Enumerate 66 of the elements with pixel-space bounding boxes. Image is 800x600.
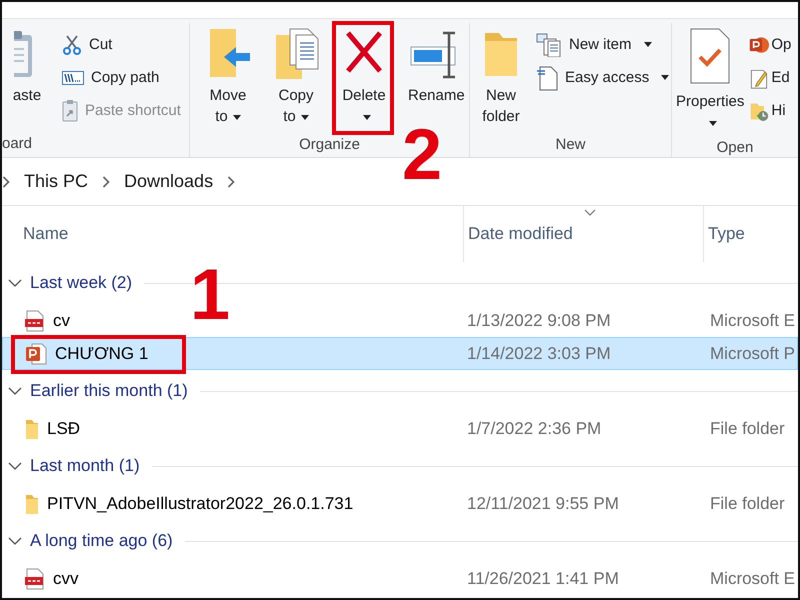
checkmark-document-icon	[688, 27, 732, 85]
ribbon-button[interactable]: Cut	[60, 29, 183, 60]
ribbon-button[interactable]: New item	[534, 29, 672, 60]
ribbon-button[interactable]: Move to	[200, 23, 256, 131]
date-cell-text: 1/14/2022 3:03 PM	[466, 344, 612, 364]
ribbon-button[interactable]: aste	[2, 23, 52, 110]
group-header[interactable]: Last week (2)	[30, 273, 132, 293]
pdf-file-icon	[25, 568, 45, 590]
file-name: PITVN_AdobeIllustrator2022_26.0.1.731	[47, 494, 354, 514]
scissors-icon	[62, 34, 82, 54]
document-icon	[536, 64, 558, 90]
shortcut-icon	[62, 100, 78, 122]
folder-icon	[25, 492, 39, 514]
ribbon-button[interactable]: Easy access	[534, 62, 672, 93]
ribbon-button[interactable]: Copy path	[60, 62, 183, 93]
column-header[interactable]: Date modified	[463, 206, 703, 262]
caret-icon	[708, 120, 717, 126]
file-name: cvv	[53, 568, 78, 588]
new-item-icon	[536, 32, 562, 56]
type-cell-text: Microsoft P	[709, 344, 796, 364]
ribbon-button[interactable]: Delete	[336, 23, 392, 131]
path-icon	[62, 70, 84, 84]
folder-icon	[25, 418, 39, 440]
pdf-file-icon	[25, 310, 45, 332]
group-label: Open	[716, 138, 754, 156]
date-cell-text: 12/11/2021 9:55 PM	[466, 494, 620, 514]
file-name: cv	[53, 310, 70, 330]
chevron-icon	[102, 176, 110, 188]
ribbon-button[interactable]: Op	[749, 29, 792, 60]
chevron-icon	[227, 176, 236, 188]
group-label: New	[555, 136, 586, 152]
ribbon-button[interactable]: Ed	[749, 62, 792, 93]
breadcrumb-item[interactable]: This PC	[24, 171, 88, 192]
sort-indicator-icon	[584, 209, 596, 216]
file-row[interactable]: cvv 11/26/2021 1:41 PM Microsoft E	[2, 562, 798, 595]
date-cell-text: 1/13/2022 9:08 PM	[466, 310, 612, 330]
file-name: CHƯƠNG 1	[55, 344, 148, 364]
ribbon-button[interactable]: Properties	[674, 23, 746, 137]
presentation-file-icon	[25, 342, 47, 364]
date-cell-text: 11/26/2021 1:41 PM	[466, 568, 620, 588]
column-header[interactable]: Type	[703, 206, 798, 262]
group-header[interactable]: Earlier this month (1)	[30, 381, 188, 401]
group-label: oard	[2, 134, 32, 152]
type-cell-text: File folder	[709, 418, 786, 438]
ribbon-button[interactable]: Copy to	[268, 23, 324, 131]
group-header[interactable]: A long time ago (6)	[30, 531, 173, 551]
caret-icon	[232, 114, 241, 120]
step-number: 2	[402, 119, 442, 191]
ribbon-button[interactable]: New folder	[476, 23, 526, 131]
caret-icon	[300, 114, 309, 120]
chevron-icon	[2, 176, 10, 188]
type-cell-text: File folder	[709, 494, 786, 514]
breadcrumb-item[interactable]: Downloads	[124, 171, 214, 192]
type-cell-text: Microsoft E	[709, 310, 796, 330]
file-row[interactable]: LSĐ 1/7/2022 2:36 PM File folder	[2, 412, 798, 445]
caret-icon	[661, 75, 670, 80]
caret-icon	[644, 42, 652, 47]
ribbon-button[interactable]: Rename	[404, 23, 469, 110]
file-name: LSĐ	[47, 418, 80, 438]
group-label: Organize	[299, 136, 360, 152]
caret-icon	[362, 114, 370, 120]
date-cell-text: 1/7/2022 2:36 PM	[466, 418, 602, 438]
ribbon-button[interactable]: Hi	[749, 95, 792, 126]
type-cell-text: Microsoft E	[709, 568, 796, 588]
file-row[interactable]: PITVN_AdobeIllustrator2022_26.0.1.731 12/11/2021 9:55 PM File folder	[2, 487, 798, 520]
group-header[interactable]: Last month (1)	[30, 456, 140, 476]
